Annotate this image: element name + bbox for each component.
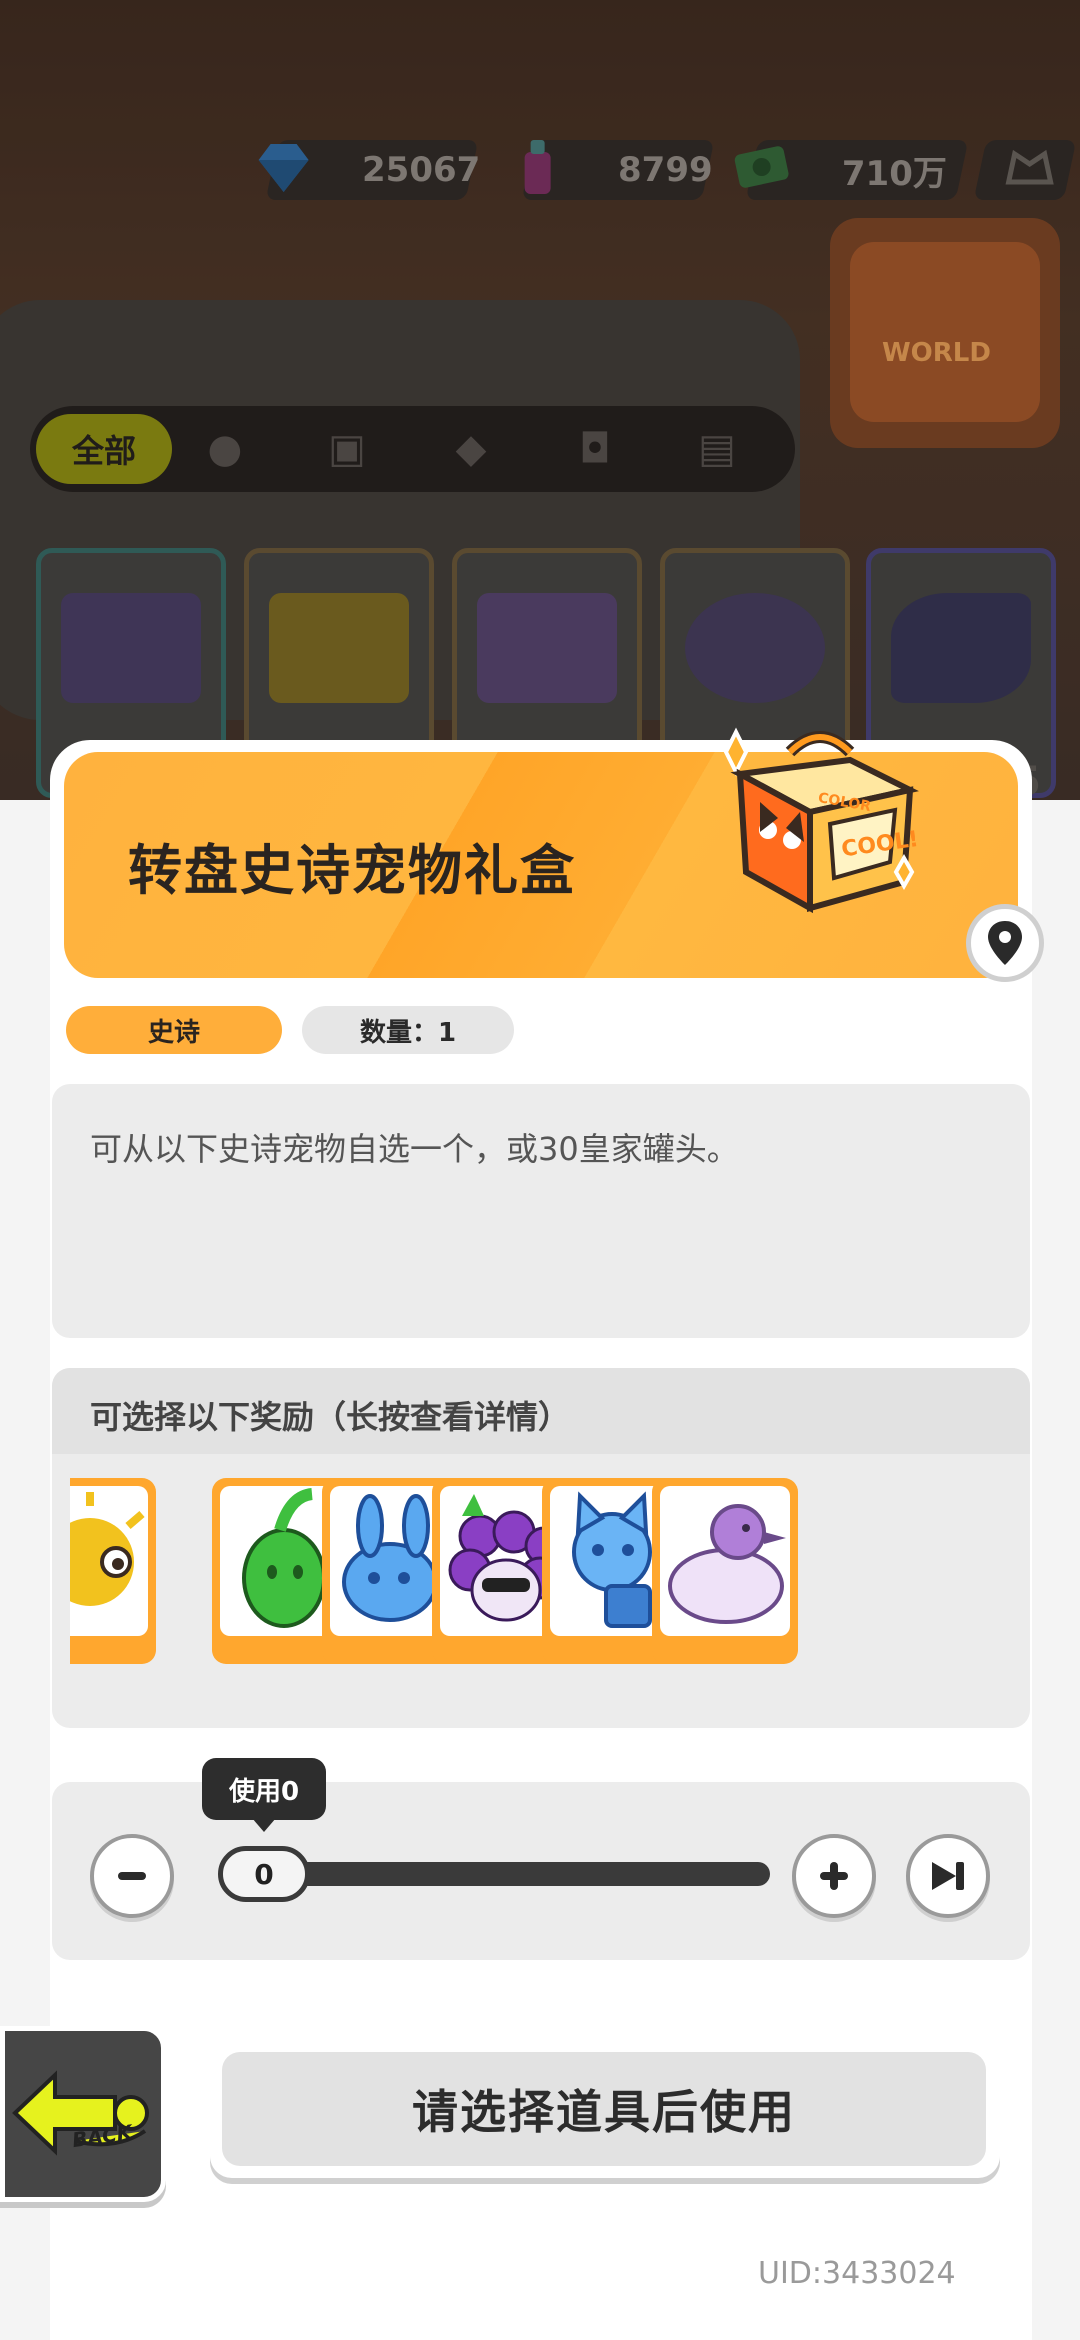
reward-list[interactable] [70,1478,1004,1668]
amount-slider-track[interactable] [230,1862,770,1886]
item-description: 可从以下史诗宠物自选一个，或30皇家罐头。 [90,1130,739,1168]
currency-cash[interactable]: 710万 [734,140,969,200]
reward-title: 可选择以下奖励（长按查看详情） [90,1398,571,1436]
box-icon[interactable]: ▣ [322,424,372,474]
currency-extra[interactable] [973,140,1077,200]
leaf-gem-art [685,593,825,703]
card-icon[interactable]: ◆ [446,424,496,474]
world-box-body [850,242,1040,422]
currency-spray[interactable]: 8799 [521,140,715,200]
spray-can-icon [524,140,551,194]
user-id: UID:3433024 [758,2256,956,2291]
use-item-button[interactable]: 请选择道具后使用 [222,2052,986,2166]
locate-item-button[interactable] [966,904,1044,982]
book-icon[interactable]: ▤ [692,424,742,474]
cash-count: 710万 [842,153,947,194]
amount-slider-thumb[interactable]: 0 [218,1846,310,1902]
ticket-violet-art [477,593,617,703]
diamond-icon [258,144,309,192]
reward-pet-card[interactable] [70,1478,156,1664]
increase-button[interactable] [792,1834,876,1918]
world-event-box-button[interactable]: WORLD [830,218,1060,448]
photo-icon[interactable]: ◘ [570,424,620,474]
ticket-gold-art [269,593,409,703]
star-gem-art [891,593,1031,703]
spray-count: 8799 [618,150,713,190]
minus-icon [118,1872,146,1880]
person-icon[interactable]: ● [200,424,250,474]
quantity-badge: 数量：1 [302,1006,514,1054]
cash-icon [734,146,789,188]
pet-art [660,1486,790,1636]
tooltip-pointer [252,1818,276,1832]
description-box [52,1084,1030,1338]
filter-tab-all[interactable]: 全部 [36,414,172,484]
max-button[interactable] [906,1834,990,1918]
currency-diamonds[interactable]: 25067 [258,140,481,200]
use-amount-tooltip: 使用0 [202,1758,326,1820]
pet-art [70,1486,148,1636]
diamond-count: 25067 [362,150,481,190]
location-pin-icon [988,921,1022,965]
rarity-badge: 史诗 [66,1006,282,1054]
reward-pet-card[interactable] [652,1478,798,1664]
decrease-button[interactable] [90,1834,174,1918]
back-arrow-icon [12,2070,149,2156]
ticket-purple-art [61,593,201,703]
skip-to-end-icon [932,1862,964,1890]
plus-icon [820,1862,848,1890]
hat-icon [1005,149,1054,185]
item-title: 转盘史诗宠物礼盒 [128,839,576,902]
world-box-label: WORLD [882,338,991,368]
back-button[interactable] [0,2026,166,2202]
gift-box-icon: COOL! COLOR [723,727,920,914]
